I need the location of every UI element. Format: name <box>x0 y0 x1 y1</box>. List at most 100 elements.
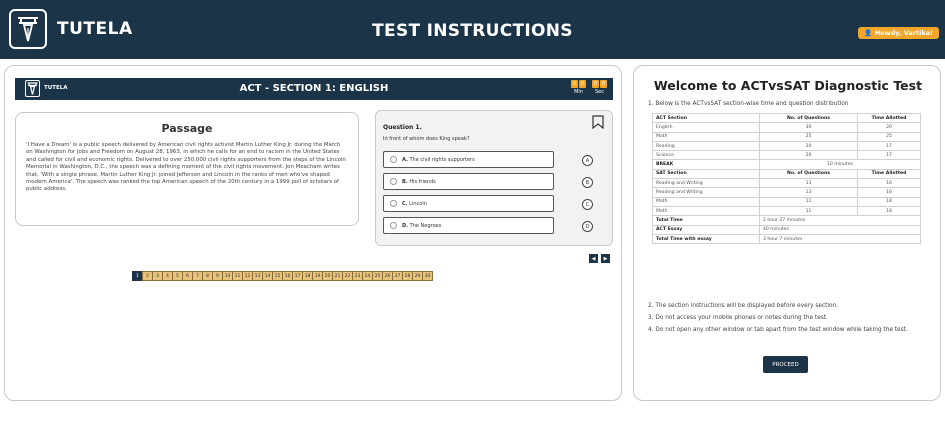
instruction-4: 4. Do not open any other window or tab a… <box>648 327 908 333</box>
table-cell: 16 <box>857 187 921 198</box>
option-a[interactable]: A. The civil rights supporters <box>383 151 554 168</box>
table-cell: English <box>652 122 760 133</box>
table-cell: Math <box>652 196 760 207</box>
table-cell: ACT Essay <box>652 224 760 235</box>
table-cell: SAT Section <box>652 168 760 180</box>
user-menu-button[interactable]: 👤 Howdy, Vartika! <box>858 27 939 39</box>
table-cell: ACT Section <box>652 112 760 124</box>
timer: 0 0 Min 0 0 Sec <box>571 80 607 95</box>
table-cell: 25 <box>857 131 921 142</box>
radio-icon[interactable] <box>390 156 397 163</box>
table-cell: 16 <box>857 178 921 189</box>
user-icon: 👤 <box>864 29 873 37</box>
option-letter-c[interactable]: C <box>582 199 593 210</box>
table-header-row: ACT Section No. of Questions Time Allotted <box>652 112 921 124</box>
table-cell: Total Time <box>652 215 760 226</box>
option-key: D. <box>402 222 409 229</box>
table-cell: 2 hour 27 minutes <box>759 215 921 226</box>
timer-sec-label: Sec <box>595 89 604 95</box>
timer-digit: 0 <box>571 80 578 88</box>
table-cell: 30 <box>759 122 858 133</box>
instruction-1: 1. Below is the ACTvsSAT section-wise ti… <box>648 101 849 107</box>
table-cell: Math <box>652 205 760 217</box>
table-cell: Reading <box>652 140 760 152</box>
total-row: Total Time with essay 3 hour 7 minutes <box>652 233 921 245</box>
table-cell: No. of Questions <box>759 168 858 180</box>
question-text: In front of whom does King speak? <box>383 136 470 142</box>
table-row: Science 20 17 <box>652 150 921 161</box>
radio-icon[interactable] <box>390 222 397 229</box>
user-greeting: Howdy, Vartika! <box>874 29 933 37</box>
option-d[interactable]: D. The Negroes <box>383 217 554 234</box>
table-cell: Reading and Writing <box>652 178 760 189</box>
option-letter-d[interactable]: D <box>582 221 593 232</box>
top-header: TUTELA TEST INSTRUCTIONS 👤 Howdy, Vartik… <box>0 0 945 59</box>
table-cell: Time Allotted <box>857 168 921 180</box>
table-cell: 20 <box>759 140 858 152</box>
instructions-panel: Welcome to ACTvsSAT Diagnostic Test 1. B… <box>633 65 941 401</box>
table-row: Reading and Writing 13 16 <box>652 187 921 198</box>
table-cell: Time Allotted <box>857 112 921 124</box>
page-title: TEST INSTRUCTIONS <box>372 21 573 41</box>
table-header-row: SAT Section No. of Questions Time Allotted <box>652 168 921 180</box>
table-cell: 17 <box>857 140 921 152</box>
table-cell: No. of Questions <box>759 112 858 124</box>
question-card: Question 1. In front of whom does King s… <box>375 110 613 246</box>
option-letter-b[interactable]: B <box>582 177 593 188</box>
table-cell: 3 hour 7 minutes <box>759 233 921 245</box>
next-question-button[interactable]: ▶ <box>601 254 610 263</box>
table-cell: 20 <box>759 150 858 161</box>
option-c[interactable]: C. Lincoln <box>383 195 554 212</box>
table-cell: BREAK <box>652 159 760 170</box>
table-row: Math 11 18 <box>652 205 921 217</box>
table-cell: 18 <box>857 196 921 207</box>
question-number-button[interactable]: 30 <box>422 271 433 281</box>
timer-min-label: Min <box>574 89 583 95</box>
passage-title: Passage <box>161 122 213 135</box>
table-cell: 40 minutes <box>759 224 921 235</box>
timer-minutes: 0 0 Min <box>571 80 586 95</box>
table-cell: 20 <box>857 122 921 133</box>
total-row: Total Time 2 hour 27 minutes <box>652 215 921 226</box>
test-header-bar: TUTELA ACT - SECTION 1: ENGLISH 0 0 Min … <box>15 78 613 100</box>
passage-card: Passage 'I Have a Dream' is a public spe… <box>15 112 359 226</box>
option-b[interactable]: B. His friends <box>383 173 554 190</box>
option-text: His friends <box>409 178 436 185</box>
option-key: A. <box>402 156 408 163</box>
table-row: Reading and Writing 13 16 <box>652 178 921 189</box>
radio-icon[interactable] <box>390 200 397 207</box>
table-row: Math 25 25 <box>652 131 921 142</box>
instruction-2: 2. The section instructions will be disp… <box>648 303 839 309</box>
timer-seconds: 0 0 Sec <box>592 80 607 95</box>
proceed-button[interactable]: PROCEED <box>763 356 808 373</box>
section-title: ACT - SECTION 1: ENGLISH <box>239 83 389 94</box>
table-cell: Total Time with essay <box>652 233 760 245</box>
total-row: ACT Essay 40 minutes <box>652 224 921 235</box>
timer-digit: 0 <box>579 80 586 88</box>
break-row: BREAK 10 minutes <box>652 159 921 170</box>
option-text: The Negroes <box>409 222 442 229</box>
table-cell: Math <box>652 131 760 142</box>
option-key: C. <box>402 200 408 207</box>
table-cell: Science <box>652 150 760 161</box>
question-nav: ◀ ▶ <box>589 254 610 263</box>
radio-icon[interactable] <box>390 178 397 185</box>
distribution-table: ACT Section No. of Questions Time Allotted… <box>652 112 921 245</box>
table-row: Reading 20 17 <box>652 140 921 152</box>
timer-digit: 0 <box>600 80 607 88</box>
table-cell: 11 <box>759 196 858 207</box>
table-cell: 13 <box>759 187 858 198</box>
bookmark-icon[interactable] <box>592 115 604 129</box>
table-cell: 18 <box>857 205 921 217</box>
table-cell: 10 minutes <box>759 159 921 170</box>
option-key: B. <box>402 178 408 185</box>
table-row: Math 11 18 <box>652 196 921 207</box>
welcome-heading: Welcome to ACTvsSAT Diagnostic Test <box>653 78 923 93</box>
prev-question-button[interactable]: ◀ <box>589 254 598 263</box>
option-text: The civil rights supporters <box>409 156 475 163</box>
table-row: English 30 20 <box>652 122 921 133</box>
table-cell: 17 <box>857 150 921 161</box>
table-cell: 25 <box>759 131 858 142</box>
option-letter-a[interactable]: A <box>582 155 593 166</box>
passage-text: 'I Have a Dream' is a public speech deli… <box>26 142 346 193</box>
